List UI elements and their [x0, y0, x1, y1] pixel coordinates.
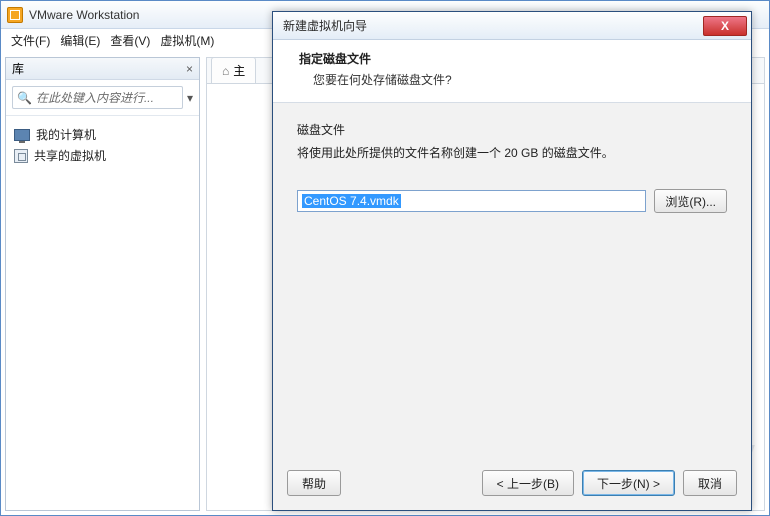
disk-file-desc: 将使用此处所提供的文件名称创建一个 20 GB 的磁盘文件。 — [297, 144, 727, 161]
library-search-row: 🔍 在此处键入内容进行... ▾ — [6, 80, 199, 116]
library-tree: 我的计算机 共享的虚拟机 — [6, 116, 199, 174]
wizard-title: 新建虚拟机向导 — [283, 17, 367, 34]
search-input[interactable]: 在此处键入内容进行... — [36, 89, 178, 106]
wizard-subheading: 您要在何处存储磁盘文件? — [299, 71, 731, 88]
menu-edit[interactable]: 编辑(E) — [60, 32, 100, 49]
wizard-close-button[interactable]: X — [703, 16, 747, 36]
search-input-wrap[interactable]: 🔍 在此处键入内容进行... — [12, 86, 183, 109]
disk-file-row: CentOS 7.4.vmdk 浏览(R)... — [297, 189, 727, 213]
help-button[interactable]: 帮助 — [287, 470, 341, 496]
close-icon: X — [721, 19, 729, 33]
disk-file-label: 磁盘文件 — [297, 121, 727, 138]
menu-view[interactable]: 查看(V) — [110, 32, 150, 49]
next-button[interactable]: 下一步(N) > — [582, 470, 675, 496]
disk-file-input[interactable]: CentOS 7.4.vmdk — [297, 190, 646, 212]
library-panel: 库 × 🔍 在此处键入内容进行... ▾ 我的计算机 共享的虚拟机 — [5, 57, 200, 511]
wizard-heading: 指定磁盘文件 — [299, 50, 731, 67]
tree-label: 我的计算机 — [36, 126, 96, 143]
wizard-body: 磁盘文件 将使用此处所提供的文件名称创建一个 20 GB 的磁盘文件。 Cent… — [273, 103, 751, 231]
shared-vm-icon — [14, 149, 28, 163]
disk-file-value: CentOS 7.4.vmdk — [302, 194, 401, 208]
home-icon: ⌂ — [222, 64, 229, 78]
vmware-app-icon — [7, 7, 23, 23]
wizard-titlebar: 新建虚拟机向导 X — [273, 12, 751, 40]
tree-item-my-computer[interactable]: 我的计算机 — [12, 124, 193, 145]
tab-home-label: 主 — [233, 62, 245, 79]
tree-item-shared-vm[interactable]: 共享的虚拟机 — [12, 145, 193, 166]
library-header: 库 × — [6, 58, 199, 80]
browse-button[interactable]: 浏览(R)... — [654, 189, 727, 213]
cancel-button[interactable]: 取消 — [683, 470, 737, 496]
library-close-icon[interactable]: × — [186, 62, 193, 76]
tree-label: 共享的虚拟机 — [34, 147, 106, 164]
menu-file[interactable]: 文件(F) — [11, 32, 50, 49]
wizard-footer: 帮助 < 上一步(B) 下一步(N) > 取消 — [273, 460, 751, 510]
wizard-header: 指定磁盘文件 您要在何处存储磁盘文件? — [273, 40, 751, 103]
monitor-icon — [14, 129, 30, 141]
new-vm-wizard-dialog: 新建虚拟机向导 X 指定磁盘文件 您要在何处存储磁盘文件? 磁盘文件 将使用此处… — [272, 11, 752, 511]
menu-vm[interactable]: 虚拟机(M) — [160, 32, 214, 49]
search-dropdown-icon[interactable]: ▾ — [187, 91, 193, 105]
tab-home[interactable]: ⌂ 主 — [211, 57, 256, 83]
app-title: VMware Workstation — [29, 8, 139, 22]
back-button[interactable]: < 上一步(B) — [482, 470, 574, 496]
library-title: 库 — [12, 60, 24, 77]
search-icon: 🔍 — [17, 91, 32, 105]
